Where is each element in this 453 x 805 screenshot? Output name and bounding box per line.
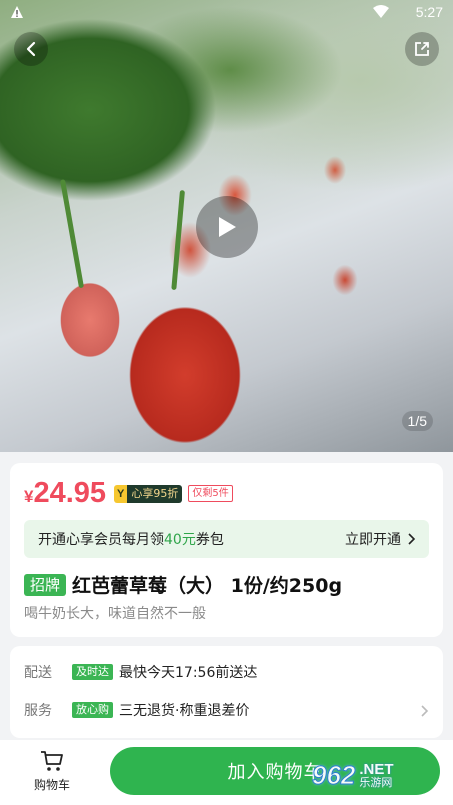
watermark-sub-text: 乐游网 (359, 776, 393, 789)
product-title-row: 招牌 红芭蕾草莓（大） 1份/约250g (24, 571, 342, 598)
service-label: 服务 (24, 703, 52, 719)
member-promo-highlight: 40元 (164, 532, 196, 548)
vip-badge-text: 心享95折 (127, 484, 183, 503)
share-icon (415, 42, 429, 56)
open-membership-label: 立即开通 (345, 532, 401, 548)
vip-badge-letter: Y (114, 484, 128, 503)
delivery-row: 配送 及时达 最快今天17:56前送达 (24, 662, 257, 682)
product-subtitle: 喝牛奶长大，味道自然不一般 (24, 606, 206, 622)
open-membership-link[interactable]: 立即开通 (345, 529, 417, 549)
shopping-cart-icon (41, 751, 63, 771)
share-button[interactable] (405, 32, 439, 66)
member-promo-bar[interactable]: 开通心享会员每月领40元券包 立即开通 (24, 520, 429, 558)
add-to-cart-label: 加入购物车 (227, 762, 323, 783)
member-promo-suffix: 券包 (195, 532, 224, 548)
product-info-card: ¥24.95 Y 心享95折 仅剩5件 开通心享会员每月领40元券包 立即开通 … (10, 463, 443, 637)
media-pager: 1/5 (401, 411, 433, 431)
service-row[interactable]: 服务 放心购 三无退货·称重退差价 (24, 700, 249, 720)
member-promo-text: 开通心享会员每月领40元券包 (38, 529, 224, 549)
status-time: 5:27 (415, 4, 443, 20)
service-text: 三无退货·称重退差价 (119, 703, 250, 719)
member-promo-prefix: 开通心享会员每月领 (38, 532, 164, 548)
price-amount: 24.95 (33, 477, 107, 509)
wifi-icon (373, 5, 389, 18)
delivery-text: 最快今天17:56前送达 (119, 665, 258, 681)
chevron-right-icon (408, 533, 416, 545)
back-button[interactable] (14, 32, 48, 66)
delivery-tag: 及时达 (72, 664, 113, 680)
vip-discount-badge: Y 心享95折 (114, 484, 183, 503)
price-row: ¥24.95 Y 心享95折 仅剩5件 (24, 477, 233, 510)
warning-icon (11, 6, 23, 18)
price: ¥24.95 (24, 477, 106, 510)
watermark-domain: .NET 乐游网 (359, 762, 393, 788)
chevron-right-icon[interactable] (419, 704, 429, 718)
stock-limit-badge: 仅剩5件 (188, 485, 233, 502)
delivery-label: 配送 (24, 665, 52, 681)
play-video-button[interactable] (196, 196, 258, 258)
strawberry-stem (60, 179, 85, 289)
service-tag: 放心购 (72, 702, 113, 718)
signature-tag: 招牌 (24, 573, 67, 596)
cart-label: 购物车 (33, 778, 70, 792)
status-bar: 5:27 (0, 0, 453, 26)
watermark-domain-text: .NET (359, 761, 394, 778)
watermark-number: 962 (311, 759, 356, 790)
service-card: 配送 及时达 最快今天17:56前送达 服务 放心购 三无退货·称重退差价 (10, 646, 443, 738)
site-watermark: 962 .NET 乐游网 (311, 757, 448, 793)
chevron-left-icon (26, 41, 36, 57)
product-media[interactable]: 5:27 1/5 (0, 0, 453, 452)
strawberry-stem (171, 190, 185, 291)
product-title: 红芭蕾草莓（大） 1份/约250g (72, 575, 343, 597)
cart-button[interactable]: 购物车 (24, 748, 80, 793)
play-icon (219, 217, 236, 237)
